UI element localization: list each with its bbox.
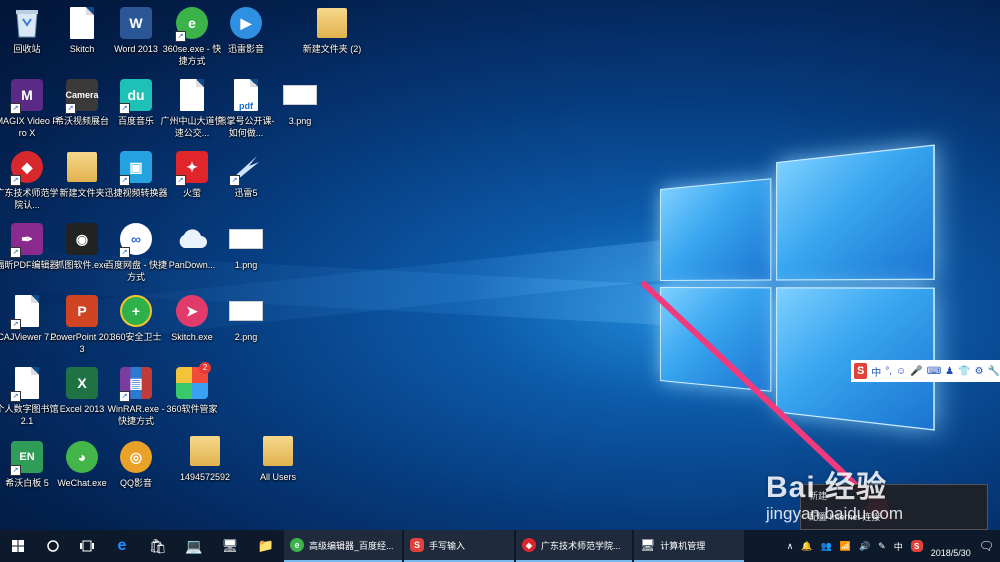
taskbar: e 🛍 💻 🖥 📁 e 高级编辑器_百度经... S 手写输入 ◆ 广东技术师范…	[0, 530, 1000, 562]
sogou-icon[interactable]: S	[854, 363, 868, 379]
store-icon[interactable]: 🛍	[140, 530, 176, 562]
windows-icon	[12, 540, 24, 552]
taskbar-app-computer-management[interactable]: 🖥 计算机管理	[634, 530, 744, 562]
wifi-icon[interactable]: 📶	[840, 541, 851, 552]
system-tray: ∧ 🔔 👥 📶 🔊 ✎ 中 S 2018/5/30 🗨	[787, 530, 1000, 562]
ime-punctuation-toggle[interactable]: °,	[885, 366, 892, 377]
task-view-button[interactable]	[70, 530, 104, 562]
network-app-icon[interactable]: 🖥	[212, 530, 248, 562]
taskbar-app-browser[interactable]: e 高级编辑器_百度经...	[284, 530, 402, 562]
ime-toolbar[interactable]: S 中 °, ☺ 🎤 ⌨ ♟ 👕 ⚙ 🔧	[851, 360, 1000, 382]
baidu-jingyan-watermark: Bai 经验 jingyan.baidu.com	[766, 471, 904, 523]
computer-management-icon: 🖥	[640, 538, 656, 552]
skin-icon[interactable]: 👕	[958, 366, 970, 377]
action-center-icon[interactable]: 🗨	[979, 539, 994, 553]
sogou-tray-icon[interactable]: S	[910, 540, 923, 552]
360-browser-icon: e	[290, 538, 304, 552]
file-explorer-icon[interactable]: 📁	[248, 530, 284, 562]
emoji-icon[interactable]: ☺	[896, 366, 906, 377]
pc-icon[interactable]: 💻	[176, 530, 212, 562]
pen-icon[interactable]: ✎	[878, 541, 886, 552]
user-icon[interactable]: ♟	[945, 366, 954, 377]
sogou-icon: S	[410, 538, 424, 552]
taskbar-app-gdpu[interactable]: ◆ 广东技术师范学院...	[516, 530, 632, 562]
app-icon: ◆	[522, 538, 536, 552]
tools-icon[interactable]: ⚙	[975, 366, 984, 377]
volume-icon[interactable]: 🔊	[859, 541, 870, 552]
wrench-icon[interactable]: 🔧	[988, 366, 1000, 377]
desktop[interactable]: 回收站 Skitch W Word 2013 e ↗ 360se.exe - 快捷…	[0, 0, 1000, 562]
notification-bell-icon[interactable]: 🔔	[801, 541, 812, 552]
start-button[interactable]	[0, 530, 36, 562]
people-icon[interactable]: 👥	[821, 541, 832, 552]
edge-icon[interactable]: e	[104, 530, 140, 562]
cortana-button[interactable]	[36, 530, 70, 562]
ime-language-toggle[interactable]: 中	[871, 364, 881, 379]
clock-date[interactable]: 2018/5/30	[931, 548, 971, 558]
taskbar-app-handwriting[interactable]: S 手写输入	[404, 530, 514, 562]
cortana-circle-icon	[47, 540, 59, 552]
tray-ime-indicator[interactable]: 中	[894, 540, 903, 553]
microphone-icon[interactable]: 🎤	[910, 366, 922, 377]
chevron-up-icon[interactable]: ∧	[787, 541, 794, 552]
task-view-icon	[80, 540, 94, 552]
keyboard-icon[interactable]: ⌨	[927, 366, 941, 377]
